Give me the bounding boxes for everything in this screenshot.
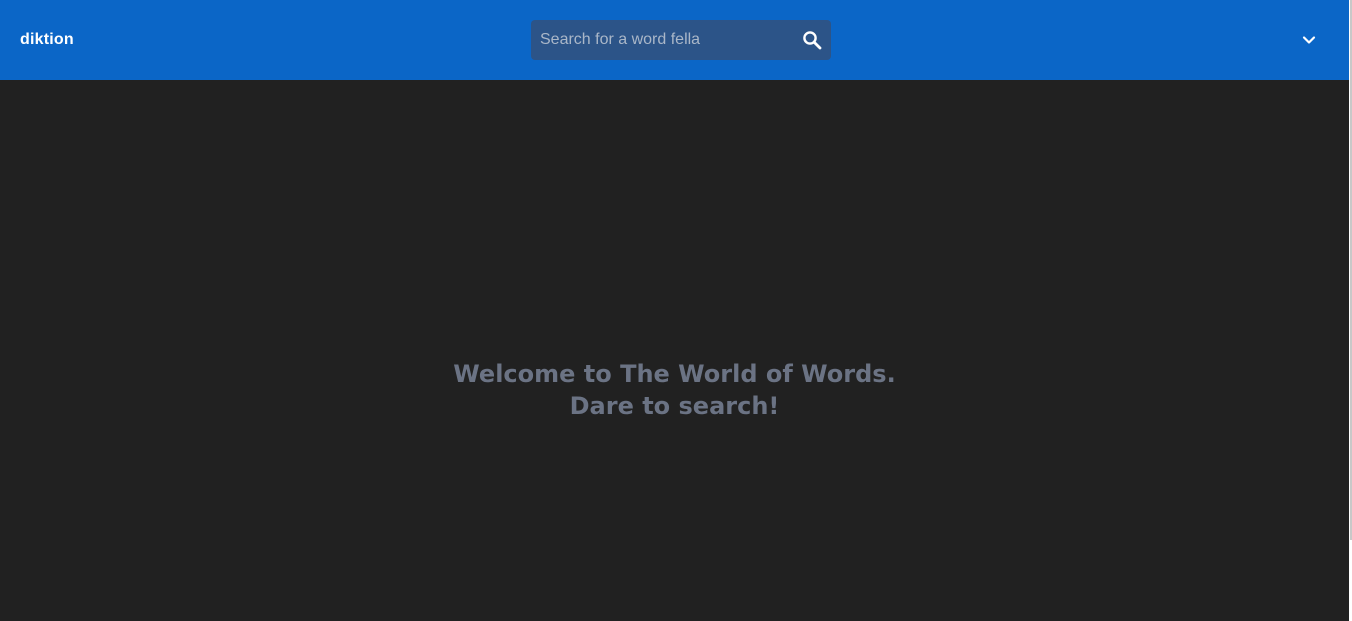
search-button[interactable] [793,20,831,60]
search-icon [803,31,822,50]
brand-logo[interactable]: diktion [20,29,74,51]
menu-toggle-button[interactable] [1294,26,1324,54]
app-window: diktion Welcome to The World of Words. D… [0,0,1349,621]
search-bar [531,20,831,60]
chevron-down-icon [1302,36,1316,44]
welcome-line-1: Welcome to The World of Words. [453,360,896,388]
search-input[interactable] [531,20,793,60]
top-navbar: diktion [0,0,1349,80]
welcome-line-2: Dare to search! [569,392,780,420]
welcome-message: Welcome to The World of Words. Dare to s… [0,358,1349,422]
